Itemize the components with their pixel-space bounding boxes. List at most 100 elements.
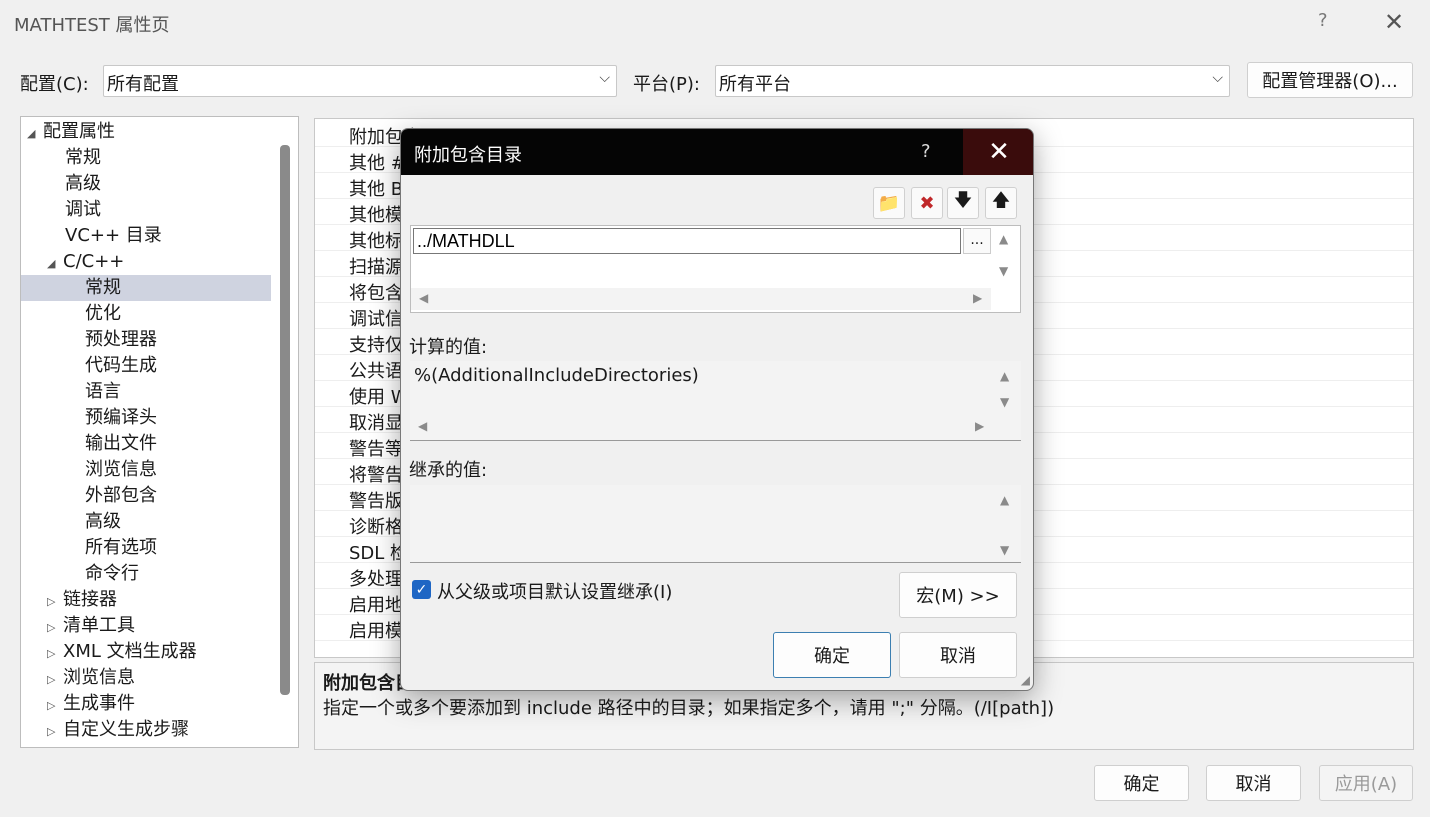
- tree-item-label: 浏览信息: [85, 459, 157, 480]
- property-name: 公共语: [349, 361, 403, 382]
- collapsed-arrow-icon[interactable]: ▷: [47, 667, 63, 693]
- tree-item[interactable]: 浏览信息: [21, 457, 271, 483]
- tree-item-label: 配置属性: [43, 121, 115, 142]
- dialog-title-bar: 附加包含目录 ? ✕: [401, 129, 1033, 175]
- tree-item-label: 输出文件: [85, 433, 157, 454]
- collapsed-arrow-icon[interactable]: ▷: [47, 589, 63, 615]
- config-select[interactable]: 所有配置 ⌵: [103, 65, 617, 97]
- tree-item-label: 生成事件: [63, 693, 135, 714]
- tree-item[interactable]: ▷ 生成事件: [21, 691, 271, 717]
- tree-item-label: 常规: [65, 147, 101, 168]
- property-tree: ◢ 配置属性 常规 高级 调试 VC++ 目录 ◢ C/C++ 常规 优化 预处理器 代码生成 语言 预编…: [20, 116, 299, 748]
- scroll-right-icon[interactable]: ▶: [975, 419, 984, 433]
- scroll-down-icon[interactable]: ▼: [1000, 543, 1009, 557]
- chevron-down-icon: ⌵: [599, 70, 610, 86]
- tree-item[interactable]: 所有选项: [21, 535, 271, 561]
- window-title: MATHTEST 属性页: [14, 15, 170, 36]
- tree-item[interactable]: 输出文件: [21, 431, 271, 457]
- tree-item[interactable]: ◢ C/C++: [21, 249, 271, 275]
- delete-button[interactable]: ✖: [911, 187, 943, 219]
- tree-item[interactable]: 高级: [21, 509, 271, 535]
- include-dirs-dialog: 附加包含目录 ? ✕ 📁 ✖ 🡇 🡅 ... ▲ ▼ ◀ ▶ 计算的值: %(A…: [400, 128, 1034, 691]
- tree-item[interactable]: ▷ XML 文档生成器: [21, 639, 271, 665]
- resize-grip-icon[interactable]: ◢: [1021, 673, 1030, 687]
- dialog-ok-button[interactable]: 确定: [773, 632, 891, 678]
- collapsed-arrow-icon[interactable]: ▷: [47, 615, 63, 641]
- property-name: 警告版: [349, 491, 403, 512]
- tree-item-label: 常规: [85, 277, 121, 298]
- scroll-up-icon[interactable]: ▲: [1000, 369, 1009, 383]
- browse-button[interactable]: ...: [963, 228, 991, 254]
- tree-item-label: C/C++: [63, 251, 125, 272]
- tree-item-label: 浏览信息: [63, 667, 135, 688]
- tree-item[interactable]: 常规: [21, 275, 271, 301]
- description-text: 指定一个或多个要添加到 include 路径中的目录；如果指定多个，请用 ";"…: [323, 698, 1055, 719]
- tree-item[interactable]: 代码生成: [21, 353, 271, 379]
- collapsed-arrow-icon[interactable]: ▷: [47, 641, 63, 667]
- tree-item[interactable]: 高级: [21, 171, 271, 197]
- dialog-cancel-button[interactable]: 取消: [899, 632, 1017, 678]
- inherited-value-box: ▲ ▼: [410, 485, 1021, 563]
- property-name: 其他 #: [349, 153, 406, 174]
- tree-item-label: 命令行: [85, 563, 139, 584]
- scroll-left-icon[interactable]: ◀: [419, 291, 428, 305]
- computed-value-box: %(AdditionalIncludeDirectories) ▲ ▼ ◀ ▶: [410, 361, 1021, 441]
- expanded-arrow-icon[interactable]: ◢: [27, 121, 43, 147]
- computed-value-text: %(AdditionalIncludeDirectories): [414, 365, 699, 386]
- ok-button[interactable]: 确定: [1094, 765, 1189, 801]
- expanded-arrow-icon[interactable]: ◢: [47, 251, 63, 277]
- tree-item[interactable]: VC++ 目录: [21, 223, 271, 249]
- tree-item-label: 所有选项: [85, 537, 157, 558]
- property-name: 启用地: [349, 595, 403, 616]
- tree-item[interactable]: 调试: [21, 197, 271, 223]
- new-line-button[interactable]: 📁: [873, 187, 905, 219]
- new-folder-icon: 📁: [877, 192, 901, 214]
- scroll-down-icon[interactable]: ▼: [999, 264, 1008, 278]
- help-button[interactable]: ?: [1318, 10, 1328, 31]
- move-down-button[interactable]: 🡇: [947, 187, 979, 219]
- tree-item[interactable]: 常规: [21, 145, 271, 171]
- horizontal-scrollbar[interactable]: ◀ ▶: [411, 288, 991, 310]
- config-value: 所有配置: [107, 74, 179, 95]
- scroll-down-icon[interactable]: ▼: [1000, 395, 1009, 409]
- inherit-checkbox[interactable]: ✓: [412, 580, 431, 599]
- close-button[interactable]: ✕: [1384, 8, 1404, 36]
- tree-item[interactable]: ▷ 清单工具: [21, 613, 271, 639]
- collapsed-arrow-icon[interactable]: ▷: [47, 693, 63, 719]
- property-name: 取消显: [349, 413, 403, 434]
- scroll-up-icon[interactable]: ▲: [999, 232, 1008, 246]
- dialog-help-button[interactable]: ?: [921, 141, 931, 162]
- platform-select[interactable]: 所有平台 ⌵: [715, 65, 1230, 97]
- macros-button[interactable]: 宏(M) >>: [899, 572, 1017, 618]
- cancel-button[interactable]: 取消: [1206, 765, 1301, 801]
- directory-list: ... ▲ ▼ ◀ ▶: [410, 225, 1021, 313]
- dialog-close-button[interactable]: ✕: [963, 129, 1033, 175]
- tree-item[interactable]: 命令行: [21, 561, 271, 587]
- tree-item[interactable]: ▷ 浏览信息: [21, 665, 271, 691]
- tree-scrollbar[interactable]: [280, 145, 290, 695]
- property-name: 支持仅: [349, 335, 403, 356]
- config-manager-button[interactable]: 配置管理器(O)...: [1247, 62, 1413, 98]
- apply-button[interactable]: 应用(A): [1319, 765, 1413, 801]
- tree-item[interactable]: 优化: [21, 301, 271, 327]
- scroll-right-icon[interactable]: ▶: [973, 291, 982, 305]
- tree-item[interactable]: 语言: [21, 379, 271, 405]
- property-name: 调试信: [349, 309, 403, 330]
- scroll-left-icon[interactable]: ◀: [418, 419, 427, 433]
- tree-item[interactable]: ▷ 链接器: [21, 587, 271, 613]
- tree-item[interactable]: ▷ 自定义生成步骤: [21, 717, 271, 743]
- tree-item-label: 高级: [65, 173, 101, 194]
- tree-item[interactable]: 外部包含: [21, 483, 271, 509]
- directory-entry-input[interactable]: [413, 228, 961, 254]
- tree-item[interactable]: 预处理器: [21, 327, 271, 353]
- scroll-up-icon[interactable]: ▲: [1000, 493, 1009, 507]
- move-up-button[interactable]: 🡅: [985, 187, 1017, 219]
- collapsed-arrow-icon[interactable]: ▷: [47, 719, 63, 745]
- property-name: 警告等: [349, 439, 403, 460]
- title-bar: MATHTEST 属性页 ? ✕: [0, 0, 1430, 46]
- property-name: 其他模: [349, 205, 403, 226]
- tree-item[interactable]: 预编译头: [21, 405, 271, 431]
- tree-item-label: 清单工具: [63, 615, 135, 636]
- tree-item[interactable]: ◢ 配置属性: [21, 119, 271, 145]
- platform-label: 平台(P):: [633, 74, 700, 95]
